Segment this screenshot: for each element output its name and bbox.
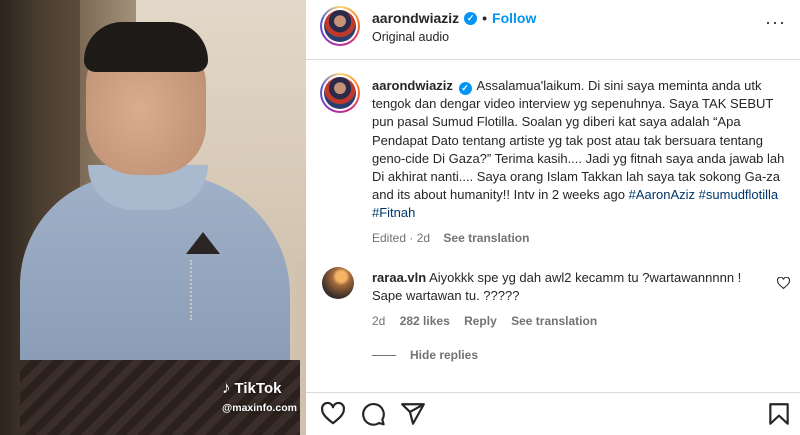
verified-icon: ✓ [458,81,472,95]
tiktok-logo-icon: ♪ [222,378,231,397]
comment-time[interactable]: 2d [372,314,385,328]
hashtag-link[interactable]: #Fitnah [372,205,415,220]
comment-icon[interactable] [360,401,386,427]
edited-label: Edited [372,231,407,245]
comment-meta: 2d 282 likes Reply See translation [372,314,608,328]
author-username[interactable]: aarondwiaziz [372,10,459,26]
tiktok-brand: TikTok [234,379,282,397]
separator-dot: • [482,10,488,26]
follow-button[interactable]: Follow [492,10,536,26]
comment-likes[interactable]: 282 likes [400,314,450,328]
hide-replies-label: Hide replies [410,348,479,362]
author-avatar[interactable] [320,6,360,46]
commenter-avatar[interactable] [322,267,354,299]
hide-replies-button[interactable]: Hide replies [372,348,478,362]
caption-time[interactable]: 2d [417,231,430,245]
post-panel: aarondwiaziz ✓ • Follow Original audio ·… [306,0,800,435]
hashtag-link[interactable]: #sumudflotilla [699,187,779,202]
comment-heart-icon[interactable] [776,276,791,292]
more-icon[interactable]: ··· [765,12,786,33]
audio-link[interactable]: Original audio [372,30,449,44]
person-hair [84,22,208,72]
comment-see-translation[interactable]: See translation [511,314,597,328]
reply-button[interactable]: Reply [464,314,497,328]
video-player[interactable]: ♪ TikTok @maxinfo.com [0,0,306,435]
post-header: aarondwiaziz ✓ • Follow Original audio ·… [306,0,800,60]
heart-icon[interactable] [320,401,346,427]
tiktok-watermark: ♪ TikTok [222,378,281,398]
action-bar [306,392,800,435]
replies-divider [372,354,396,356]
comment-text: Aiyokkk spe yg dah awl2 kecamm tu ?warta… [372,270,742,304]
tiktok-handle: @maxinfo.com [222,402,298,414]
hashtag-link[interactable]: #AaronAziz [629,187,695,202]
bookmark-icon[interactable] [766,401,792,427]
caption-text: Assalamua'laikum. Di sini saya meminta a… [372,78,785,203]
caption-see-translation[interactable]: See translation [443,231,529,245]
share-icon[interactable] [400,401,426,427]
comment-text-block: raraa.vln Aiyokkk spe yg dah awl2 kecamm… [372,269,767,305]
caption-text-block: aarondwiaziz ✓ Assalamua'laikum. Di sini… [372,77,792,223]
verified-icon: ✓ [464,11,478,25]
caption-avatar[interactable] [320,73,360,113]
caption-meta: Edited · 2d See translation [372,231,529,245]
caption-username[interactable]: aarondwiaziz [372,78,453,93]
commenter-username[interactable]: raraa.vln [372,270,426,285]
pocket-chain [190,260,194,320]
meta-dot: · [409,231,414,245]
